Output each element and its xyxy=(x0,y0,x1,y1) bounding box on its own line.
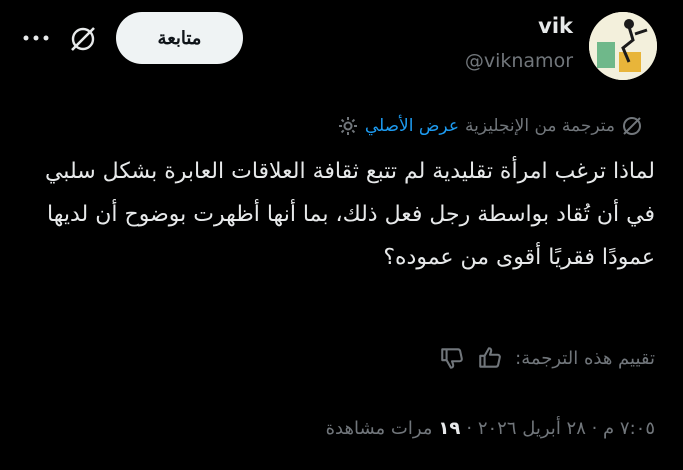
views-count: ١٩ xyxy=(438,417,461,439)
user-handle[interactable]: @viknamor xyxy=(465,50,573,72)
translation-bar: مترجمة من الإنجليزية عرض الأصلي xyxy=(337,113,643,139)
thumbs-up-icon[interactable] xyxy=(477,345,503,371)
views-label: مرات مشاهدة xyxy=(325,417,433,439)
rate-translation-label: تقييم هذه الترجمة: xyxy=(515,347,655,369)
tweet-header: vik @viknamor متابعة xyxy=(0,0,683,100)
show-original-link[interactable]: عرض الأصلي xyxy=(365,116,459,136)
follow-button[interactable]: متابعة xyxy=(116,12,243,64)
thumbs-down-icon[interactable] xyxy=(439,345,465,371)
gear-icon[interactable] xyxy=(337,115,359,137)
tweet-text: لماذا ترغب امرأة تقليدية لم تتبع ثقافة ا… xyxy=(44,159,655,270)
more-icon[interactable] xyxy=(22,26,50,50)
tweet-meta: ٧:٠٥ م · ٢٨ أبريل ٢٠٢٦ · ١٩ مرات مشاهدة xyxy=(326,413,655,443)
translate-icon xyxy=(621,115,643,137)
translated-label: مترجمة من الإنجليزية xyxy=(464,116,615,136)
avatar[interactable] xyxy=(589,12,657,80)
rate-translation-row: تقييم هذه الترجمة: xyxy=(439,343,655,373)
user-name[interactable]: vik xyxy=(538,14,573,38)
timestamp[interactable]: ٧:٠٥ م · ٢٨ أبريل ٢٠٢٦ · xyxy=(466,418,655,439)
grok-icon[interactable] xyxy=(68,24,98,54)
